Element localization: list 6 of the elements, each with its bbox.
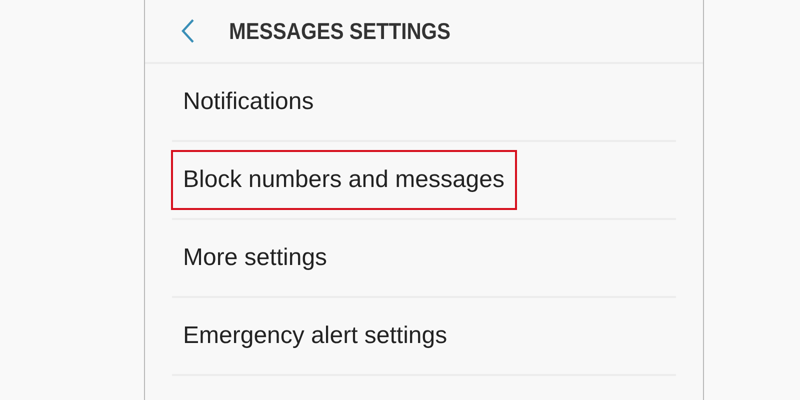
settings-item[interactable]: Block numbers and messages xyxy=(171,150,516,210)
settings-item[interactable]: More settings xyxy=(171,228,340,288)
settings-item[interactable]: Notifications xyxy=(171,72,326,132)
back-icon[interactable] xyxy=(181,18,195,44)
settings-item[interactable]: Emergency alert settings xyxy=(171,306,460,366)
screen-title: MESSAGES SETTINGS xyxy=(229,18,451,44)
